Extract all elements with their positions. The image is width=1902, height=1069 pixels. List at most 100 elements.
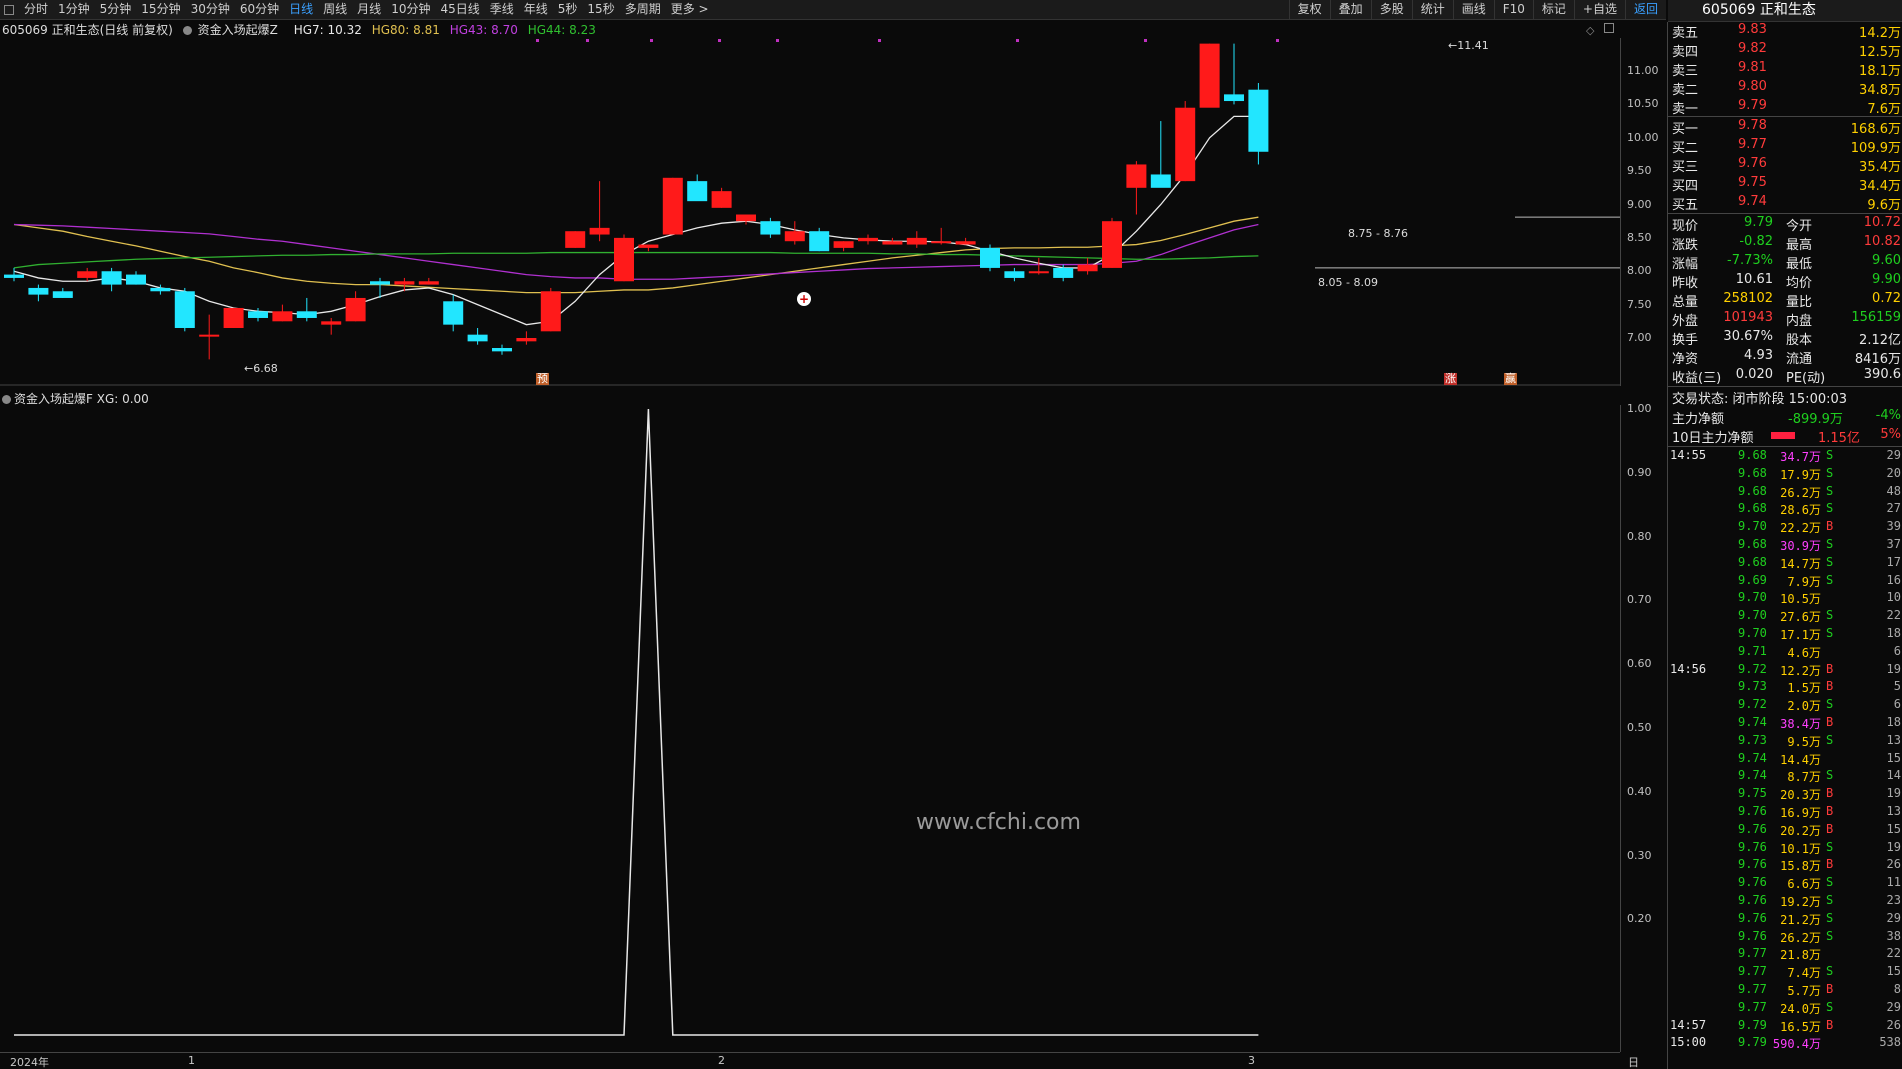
tick-direction: B: [1826, 1017, 1834, 1032]
hg7-value: HG7: 10.32: [293, 23, 362, 37]
period-tab[interactable]: 季线: [485, 0, 519, 19]
high-annotation: ←11.41: [1448, 39, 1489, 52]
date-month-3: 3: [1248, 1054, 1255, 1067]
tick-row: 9.74 8.7万 S 14: [1668, 768, 1902, 786]
period-tab[interactable]: 60分钟: [235, 0, 284, 19]
indicator-panel-toggle-icon[interactable]: [2, 395, 11, 404]
crosshair-add-icon[interactable]: +: [797, 292, 811, 306]
period-tab[interactable]: 周线: [318, 0, 352, 19]
xg-indicator-chart[interactable]: [0, 405, 1620, 1052]
bid-row: 买二 9.77 109.9万: [1668, 137, 1902, 156]
tick-direction: S: [1826, 964, 1834, 979]
main-chart-header: 605069 正和生态(日线 前复权) 资金入场起爆Z HG7: 10.32 H…: [2, 21, 602, 38]
candle: [174, 287, 195, 332]
menu-square-icon[interactable]: [4, 4, 14, 15]
price-tick: 9.00: [1627, 197, 1652, 211]
candle-body: [223, 307, 244, 328]
candle: [638, 244, 659, 252]
indicator-tick: 0.70: [1627, 593, 1652, 607]
period-tab[interactable]: 30分钟: [186, 0, 235, 19]
stat-value: 10.82: [1863, 234, 1901, 249]
tick-volume: 16.5万: [1780, 1019, 1821, 1034]
ask-volume: 18.1万: [1859, 64, 1901, 79]
toolbar-button[interactable]: 复权: [1288, 0, 1330, 19]
date-period[interactable]: 日线: [1628, 1054, 1639, 1069]
period-tab[interactable]: 日线: [284, 0, 318, 19]
tick-count: 16: [1886, 572, 1901, 587]
period-tab[interactable]: 年线: [519, 0, 553, 19]
price-axis: 11.00 10.50 10.00 9.50 9.00 8.50 8.00 7.50 7.00: [1620, 38, 1666, 386]
window-icon[interactable]: [1604, 23, 1614, 33]
toolbar-button[interactable]: F10: [1493, 0, 1533, 19]
diamond-icon[interactable]: ◇: [1586, 24, 1594, 37]
tick-row: 9.69 7.9万 S 16: [1668, 573, 1902, 591]
toolbar-button[interactable]: 多股: [1370, 0, 1412, 19]
candle: [931, 227, 952, 245]
tick-count: 27: [1886, 501, 1901, 516]
candle: [467, 327, 488, 345]
bid-row: 买三 9.76 35.4万: [1668, 156, 1902, 175]
period-tab[interactable]: 5分钟: [95, 0, 137, 19]
candle-body: [1248, 89, 1269, 152]
period-tab[interactable]: 15分钟: [136, 0, 185, 19]
tick-count: 19: [1886, 661, 1901, 676]
price-tick: 9.50: [1627, 164, 1652, 178]
period-tab[interactable]: 分时: [19, 0, 53, 19]
indicator-toggle-icon[interactable]: [182, 26, 192, 35]
period-tab[interactable]: 45日线: [435, 0, 484, 19]
period-tab[interactable]: 10分钟: [386, 0, 435, 19]
toolbar-button[interactable]: 叠加: [1329, 0, 1371, 19]
indicator-tick: 1.00: [1627, 402, 1652, 415]
period-tab[interactable]: 多周期: [620, 0, 666, 19]
period-tab[interactable]: 15秒: [582, 0, 619, 19]
tick-row: 9.68 28.6万 S 27: [1668, 501, 1902, 519]
period-tab[interactable]: 更多 >: [666, 0, 714, 19]
candle: [101, 267, 122, 292]
bid-volume: 109.9万: [1850, 141, 1901, 156]
ask-price: 9.80: [1738, 79, 1767, 94]
tick-volume: 590.4万: [1772, 1037, 1821, 1052]
ask-volume: 14.2万: [1859, 26, 1901, 41]
tick-volume: 21.2万: [1780, 912, 1821, 927]
tick-row: 9.73 1.5万 B 5: [1668, 679, 1902, 697]
candle-body: [1199, 43, 1220, 108]
divider: [1668, 213, 1902, 214]
ask-row: 卖四 9.82 12.5万: [1668, 41, 1902, 60]
stat-value: 30.67%: [1723, 329, 1773, 344]
tick-volume: 21.8万: [1780, 948, 1821, 963]
stat-label: 总量: [1672, 295, 1699, 310]
indicator-name[interactable]: 资金入场起爆Z: [182, 23, 284, 37]
toolbar-button[interactable]: 返回: [1624, 0, 1666, 19]
candle: [906, 231, 927, 248]
bid-volume: 168.6万: [1850, 122, 1901, 137]
tick-volume: 8.7万: [1787, 770, 1821, 785]
toolbar-button[interactable]: 统计: [1411, 0, 1453, 19]
toolbar-button[interactable]: 标记: [1532, 0, 1574, 19]
tick-price: 9.77: [1738, 964, 1767, 979]
candle-body: [77, 271, 98, 278]
stat-value: 10.72: [1863, 215, 1901, 230]
period-tabs: 分时 1分钟 5分钟 15分钟 30分钟 60分钟 日线 周线 月线 10分钟 45日线 季线 年线 5秒…: [19, 0, 714, 19]
ask-label: 卖四: [1672, 45, 1699, 60]
tick-row: 15:00 9.79 590.4万 538: [1668, 1035, 1902, 1053]
candle: [980, 244, 1000, 272]
toolbar-button[interactable]: +自选: [1573, 0, 1625, 19]
tick-count: 6: [1893, 697, 1901, 712]
candle-body: [370, 281, 390, 285]
bid-label: 买四: [1672, 179, 1699, 194]
tick-volume: 19.2万: [1780, 895, 1821, 909]
tick-time: 14:55: [1670, 448, 1707, 462]
candlestick-chart[interactable]: [0, 38, 1620, 386]
tick-volume: 26.2万: [1780, 485, 1821, 500]
period-tab[interactable]: 月线: [352, 0, 386, 19]
period-tab[interactable]: 5秒: [553, 0, 583, 19]
tick-row: 9.77 7.4万 S 15: [1668, 964, 1902, 982]
divider: [1668, 386, 1902, 387]
bid-volume: 35.4万: [1859, 160, 1901, 175]
candle-body: [394, 281, 415, 285]
period-tab[interactable]: 1分钟: [53, 0, 95, 19]
toolbar-button[interactable]: 画线: [1452, 0, 1494, 19]
tick-count: 20: [1886, 465, 1901, 480]
candle: [1028, 257, 1049, 275]
tick-price: 9.73: [1738, 732, 1767, 747]
